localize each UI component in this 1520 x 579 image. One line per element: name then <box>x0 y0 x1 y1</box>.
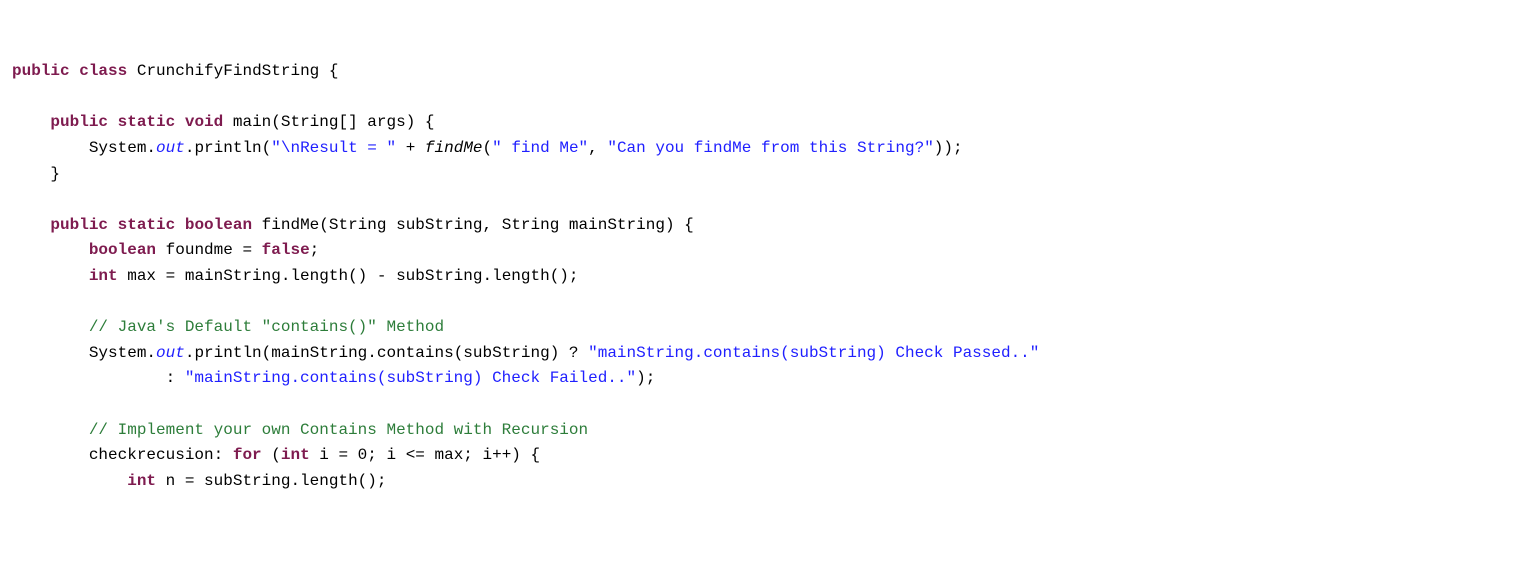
code-line: public static void main(String[] args) { <box>12 113 435 131</box>
method-sig: findMe(String subString, String mainStri… <box>262 216 694 234</box>
keyword-boolean: boolean <box>89 241 156 259</box>
brace-open: { <box>329 62 339 80</box>
code-line: checkrecusion: for (int i = 0; i <= max;… <box>12 446 540 464</box>
keyword-class: class <box>79 62 127 80</box>
string-literal: "\nResult = " <box>271 139 396 157</box>
string-literal: "Can you findMe from this String?" <box>607 139 933 157</box>
string-literal: "mainString.contains(subString) Check Fa… <box>185 369 636 387</box>
comment: // Implement your own Contains Method wi… <box>89 421 588 439</box>
keyword-for: for <box>233 446 262 464</box>
code-line: public static boolean findMe(String subS… <box>12 216 694 234</box>
code-line: System.out.println(mainString.contains(s… <box>12 344 1039 362</box>
keyword-boolean: boolean <box>185 216 252 234</box>
method-call: .println( <box>185 139 271 157</box>
brace-close: } <box>50 165 60 183</box>
keyword-static: static <box>118 216 176 234</box>
keyword-int: int <box>89 267 118 285</box>
comma: , <box>588 139 607 157</box>
operator-plus: + <box>396 139 425 157</box>
code-line: : "mainString.contains(subString) Check … <box>12 369 655 387</box>
string-literal: " find Me" <box>492 139 588 157</box>
code-line: boolean foundme = false; <box>12 241 319 259</box>
paren-open: ( <box>483 139 493 157</box>
var-decl: max = mainString.length() - subString.le… <box>118 267 579 285</box>
method-sig: main(String[] args) { <box>233 113 435 131</box>
call-end: )); <box>934 139 963 157</box>
out-field: out <box>156 139 185 157</box>
code-line: public class CrunchifyFindString { <box>12 62 339 80</box>
code-line: System.out.println("\nResult = " + findM… <box>12 139 963 157</box>
keyword-void: void <box>185 113 223 131</box>
paren-open: ( <box>262 446 281 464</box>
ternary-colon: : <box>166 369 185 387</box>
string-literal: "mainString.contains(subString) Check Pa… <box>588 344 1039 362</box>
keyword-public: public <box>12 62 70 80</box>
keyword-false: false <box>262 241 310 259</box>
code-line: int max = mainString.length() - subStrin… <box>12 267 579 285</box>
keyword-public: public <box>50 113 108 131</box>
semicolon: ; <box>310 241 320 259</box>
keyword-int: int <box>127 472 156 490</box>
keyword-public: public <box>50 216 108 234</box>
out-field: out <box>156 344 185 362</box>
method-call-findme: findMe <box>425 139 483 157</box>
var-decl: foundme = <box>156 241 262 259</box>
system-ref: System. <box>89 139 156 157</box>
call-end: ); <box>636 369 655 387</box>
for-body: i = 0; i <= max; i++) { <box>310 446 540 464</box>
code-line: // Java's Default "contains()" Method <box>12 318 444 336</box>
label: checkrecusion: <box>89 446 233 464</box>
code-block: public class CrunchifyFindString { publi… <box>12 59 1508 494</box>
code-line: // Implement your own Contains Method wi… <box>12 421 588 439</box>
keyword-static: static <box>118 113 176 131</box>
code-line: int n = subString.length(); <box>12 472 386 490</box>
system-ref: System. <box>89 344 156 362</box>
var-decl: n = subString.length(); <box>156 472 386 490</box>
keyword-int: int <box>281 446 310 464</box>
code-line: } <box>12 165 60 183</box>
class-name: CrunchifyFindString <box>137 62 319 80</box>
comment: // Java's Default "contains()" Method <box>89 318 444 336</box>
method-call: .println(mainString.contains(subString) … <box>185 344 588 362</box>
